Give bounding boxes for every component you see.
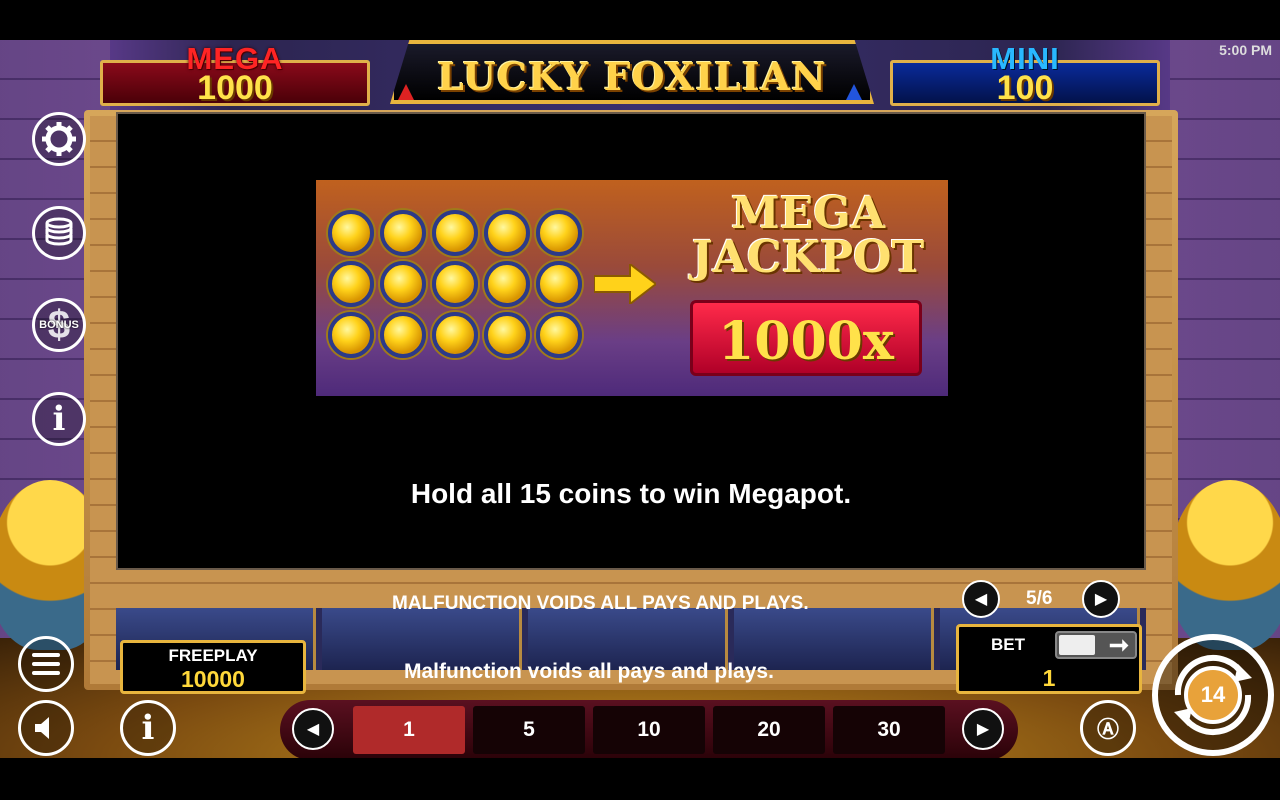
- prev-page-button[interactable]: ◀: [962, 580, 1000, 618]
- game-title: LUCKY FOXILIAN: [437, 54, 827, 99]
- menu-button[interactable]: [18, 636, 74, 692]
- paytable-pager: ◀ 5/6 ▶: [960, 580, 1144, 620]
- mini-jackpot-value: 100: [996, 69, 1054, 107]
- spin-badge: 14: [1184, 666, 1242, 724]
- coin-stack-icon: [45, 217, 73, 246]
- status-time: 5:00 PM: [1219, 42, 1272, 58]
- bet-option-30[interactable]: 30: [833, 706, 945, 754]
- malfunction-notice: MALFUNCTION VOIDS ALL PAYS AND PLAYS.: [392, 593, 809, 614]
- game-screen: 5:00 PM MEGA 1000 MINI 100 LUCKY FOXILIA…: [0, 40, 1280, 758]
- page-indicator: 5/6: [1026, 588, 1053, 609]
- coin: [432, 312, 478, 358]
- coin: [328, 261, 374, 307]
- speaker-icon: [35, 717, 49, 739]
- gear-icon: [42, 122, 76, 156]
- bonus-button[interactable]: $ BONUS: [32, 298, 86, 352]
- info-icon: i: [52, 399, 66, 439]
- info-button[interactable]: i: [32, 392, 86, 446]
- coin: [380, 261, 426, 307]
- coin: [380, 210, 426, 256]
- bet-option-20[interactable]: 20: [713, 706, 825, 754]
- multiplier-box: 1000x: [690, 300, 922, 376]
- next-page-button[interactable]: ▶: [1082, 580, 1120, 618]
- logo-gem-blue: [846, 84, 862, 100]
- sound-button[interactable]: [18, 700, 74, 756]
- coin: [328, 312, 374, 358]
- bet-toggle[interactable]: ➞: [1055, 631, 1137, 659]
- bet-value: 1: [1042, 665, 1056, 691]
- bet-option-10[interactable]: 10: [593, 706, 705, 754]
- freeplay-value: 10000: [181, 666, 245, 692]
- freeplay-label: FREEPLAY: [168, 646, 258, 665]
- chevron-left-icon: ◀: [974, 591, 988, 608]
- arrow-right-icon: [594, 264, 656, 304]
- logo-gem-red: [398, 84, 414, 100]
- info-icon: i: [141, 708, 155, 748]
- chevron-left-icon: ◀: [306, 721, 320, 738]
- bet-next-button[interactable]: ▶: [962, 708, 1004, 750]
- coin: [536, 261, 582, 307]
- bet-selector: ◀ 1 5 10 20 30 ▶: [280, 700, 1018, 758]
- paytable-info-panel: MEGA JACKPOT 1000x Hold all 15 coins to …: [116, 112, 1146, 570]
- multiplier-value: 1000x: [718, 311, 894, 372]
- help-button[interactable]: i: [120, 700, 176, 756]
- mini-jackpot-display: MINI 100: [890, 41, 1160, 107]
- bet-display: BET ➞ 1: [956, 624, 1142, 694]
- coin: [432, 261, 478, 307]
- mega-jackpot-display: MEGA 1000: [100, 41, 370, 107]
- paytable-description: Hold all 15 coins to win Megapot.: [410, 478, 852, 509]
- settings-button[interactable]: [32, 112, 86, 166]
- hamburger-menu-icon: [32, 653, 60, 675]
- bet-option-1[interactable]: 1: [353, 706, 465, 754]
- bet-label: BET: [991, 635, 1025, 654]
- mega-jackpot-line2: JACKPOT: [691, 232, 925, 283]
- chevron-right-icon: ▶: [976, 721, 990, 738]
- mega-jackpot-value: 1000: [197, 69, 273, 107]
- coin: [432, 210, 478, 256]
- arrow-right-icon: ➞: [1108, 632, 1129, 659]
- game-logo: LUCKY FOXILIAN: [390, 40, 874, 104]
- chevron-right-icon: ▶: [1094, 591, 1108, 608]
- mega-jackpot-line1: MEGA: [731, 188, 885, 239]
- coin: [484, 312, 530, 358]
- bet-option-5[interactable]: 5: [473, 706, 585, 754]
- coin: [536, 210, 582, 256]
- coin: [484, 261, 530, 307]
- coin: [484, 210, 530, 256]
- freeplay-credit-display: FREEPLAY 10000: [120, 640, 306, 694]
- treasure-pot-right: [1170, 480, 1280, 650]
- coin-stack-button[interactable]: [32, 206, 86, 260]
- mega-jackpot-banner: MEGA JACKPOT 1000x: [316, 180, 948, 396]
- coin: [328, 210, 374, 256]
- autoplay-icon: Ⓐ: [1096, 717, 1119, 742]
- autoplay-button[interactable]: Ⓐ: [1080, 700, 1136, 756]
- toggle-knob: [1059, 635, 1095, 655]
- spin-button[interactable]: 14: [1152, 634, 1274, 756]
- bet-prev-button[interactable]: ◀: [292, 708, 334, 750]
- bonus-label: BONUS: [39, 319, 79, 331]
- mega-jackpot-text: MEGA JACKPOT: [678, 192, 938, 280]
- coin: [380, 312, 426, 358]
- coin: [536, 312, 582, 358]
- malfunction-footer: Malfunction voids all pays and plays.: [404, 660, 774, 683]
